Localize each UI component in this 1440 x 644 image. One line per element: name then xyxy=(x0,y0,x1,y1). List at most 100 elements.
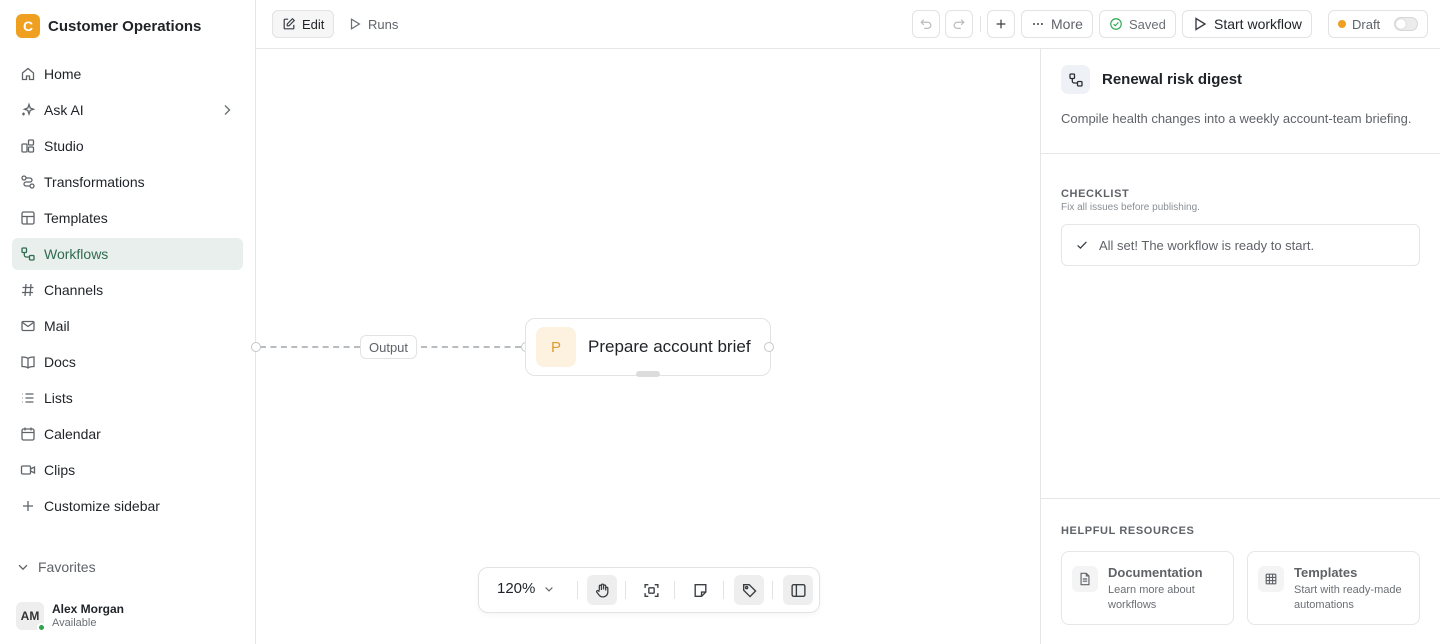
sidebar-item-label: Mail xyxy=(44,318,70,334)
play-icon xyxy=(1192,16,1208,32)
mail-icon xyxy=(20,318,36,334)
node-title: Prepare account brief xyxy=(588,337,751,356)
edge-port[interactable] xyxy=(251,342,261,352)
sidebar-item-mail[interactable]: Mail xyxy=(12,310,243,342)
resource-card-templates[interactable]: Templates Start with ready-made automati… xyxy=(1247,551,1420,625)
workflow-canvas[interactable]: Output P Prepare account brief 120% xyxy=(251,49,1040,644)
sparkles-icon xyxy=(20,102,36,118)
sidebar-panel-icon xyxy=(790,582,807,599)
sidebar-item-calendar[interactable]: Calendar xyxy=(12,418,243,450)
draft-toggle[interactable]: Draft xyxy=(1328,10,1429,38)
sidebar-item-channels[interactable]: Channels xyxy=(12,274,243,306)
user-profile[interactable]: AM Alex Morgan Available xyxy=(16,602,125,632)
chevron-right-icon[interactable] xyxy=(219,102,235,118)
avatar: AM xyxy=(16,602,46,632)
edge-label[interactable]: Output xyxy=(360,335,418,359)
resource-title: Documentation xyxy=(1108,565,1203,580)
grid-icon xyxy=(1264,572,1278,586)
favorites-toggle[interactable]: Favorites xyxy=(16,559,96,575)
sidebar-item-lists[interactable]: Lists xyxy=(12,382,243,414)
draft-status-dot xyxy=(1338,20,1346,28)
sidebar-item-transformations[interactable]: Transformations xyxy=(12,166,243,198)
edge-line xyxy=(260,346,360,348)
sidebar-item-label: Lists xyxy=(44,390,73,406)
user-name: Alex Morgan xyxy=(52,602,125,616)
add-note-button[interactable] xyxy=(685,575,715,605)
toggle-panel-button[interactable] xyxy=(783,575,813,605)
sidebar-item-label: Channels xyxy=(44,282,104,298)
plus-icon xyxy=(994,17,1008,31)
chevron-down-icon xyxy=(16,560,30,574)
workflow-description[interactable]: Compile health changes into a weekly acc… xyxy=(1061,111,1411,126)
video-icon xyxy=(20,462,36,478)
toolbar-divider xyxy=(980,16,981,32)
checklist-subtitle: Fix all issues before publishing. xyxy=(1061,202,1200,213)
sidebar-item-label: Docs xyxy=(44,354,76,370)
resource-card-documentation[interactable]: Documentation Learn more about workflows xyxy=(1061,551,1234,625)
sidebar-item-home[interactable]: Home xyxy=(12,58,243,90)
sidebar-item-label: Workflows xyxy=(44,246,109,262)
fit-view-button[interactable] xyxy=(636,575,666,605)
workspace-switcher[interactable]: C Customer Operations xyxy=(16,14,201,38)
saved-label: Saved xyxy=(1129,16,1166,32)
runs-tab[interactable]: Runs xyxy=(338,10,409,38)
start-workflow-button[interactable]: Start workflow xyxy=(1182,10,1312,38)
sidebar-item-studio[interactable]: Studio xyxy=(12,130,243,162)
workflow-node[interactable]: P Prepare account brief xyxy=(525,318,771,377)
node-badge: P xyxy=(536,327,576,367)
plus-icon xyxy=(20,498,36,514)
sidebar-item-docs[interactable]: Docs xyxy=(12,346,243,378)
chevron-down-icon xyxy=(543,583,555,595)
more-label: More xyxy=(1051,16,1083,32)
check-circle-icon xyxy=(1109,17,1123,31)
details-panel: Renewal risk digest Compile health chang… xyxy=(1040,49,1440,644)
undo-button[interactable] xyxy=(912,10,940,38)
resource-desc: Start with ready-made automations xyxy=(1294,584,1402,611)
sidebar-item-templates[interactable]: Templates xyxy=(12,202,243,234)
sidebar-item-workflows[interactable]: Workflows xyxy=(12,238,243,270)
publish-toggle[interactable] xyxy=(1394,17,1419,31)
more-button[interactable]: More xyxy=(1021,10,1093,38)
zoom-select[interactable]: 120% xyxy=(497,580,555,597)
sidebar-item-clips[interactable]: Clips xyxy=(12,454,243,486)
controls-divider xyxy=(772,581,773,599)
panel-divider xyxy=(1041,498,1440,499)
studio-icon xyxy=(20,138,36,154)
checklist-title: CHECKLIST xyxy=(1061,188,1130,200)
edge-line xyxy=(421,346,521,348)
start-workflow-label: Start workflow xyxy=(1214,16,1302,32)
sidebar-item-customize[interactable]: Customize sidebar xyxy=(12,490,243,522)
play-icon xyxy=(348,17,362,31)
sidebar-item-ask-ai[interactable]: Ask AI xyxy=(12,94,243,126)
redo-button[interactable] xyxy=(945,10,973,38)
hash-icon xyxy=(20,282,36,298)
controls-divider xyxy=(674,581,675,599)
add-step-button[interactable] xyxy=(987,10,1015,38)
ellipsis-icon xyxy=(1031,17,1045,31)
sidebar: C Customer Operations Home Ask AI Studio… xyxy=(0,0,256,644)
canvas-controls: 120% xyxy=(478,567,820,613)
sidebar-item-label: Ask AI xyxy=(44,102,84,118)
node-bottom-handle[interactable] xyxy=(636,371,660,377)
node-output-port[interactable] xyxy=(764,342,774,352)
labels-button[interactable] xyxy=(734,575,764,605)
workflow-title[interactable]: Renewal risk digest xyxy=(1102,71,1242,88)
list-icon xyxy=(20,390,36,406)
expand-icon xyxy=(643,582,660,599)
workflow-icon-badge xyxy=(1061,65,1090,94)
transform-icon xyxy=(20,174,36,190)
pan-tool-button[interactable] xyxy=(587,575,617,605)
checklist-status: All set! The workflow is ready to start. xyxy=(1061,224,1420,266)
edit-icon xyxy=(282,17,296,31)
resources-title: HELPFUL RESOURCES xyxy=(1061,525,1195,537)
calendar-icon xyxy=(20,426,36,442)
panel-divider xyxy=(1041,153,1440,154)
presence-dot xyxy=(37,623,46,632)
sidebar-item-label: Calendar xyxy=(44,426,101,442)
sidebar-item-label: Customize sidebar xyxy=(44,498,160,514)
edit-tab[interactable]: Edit xyxy=(272,10,335,38)
avatar-initials: AM xyxy=(20,609,40,623)
res-icon-wrap xyxy=(1072,566,1098,592)
workspace-logo: C xyxy=(16,14,40,38)
controls-divider xyxy=(723,581,724,599)
